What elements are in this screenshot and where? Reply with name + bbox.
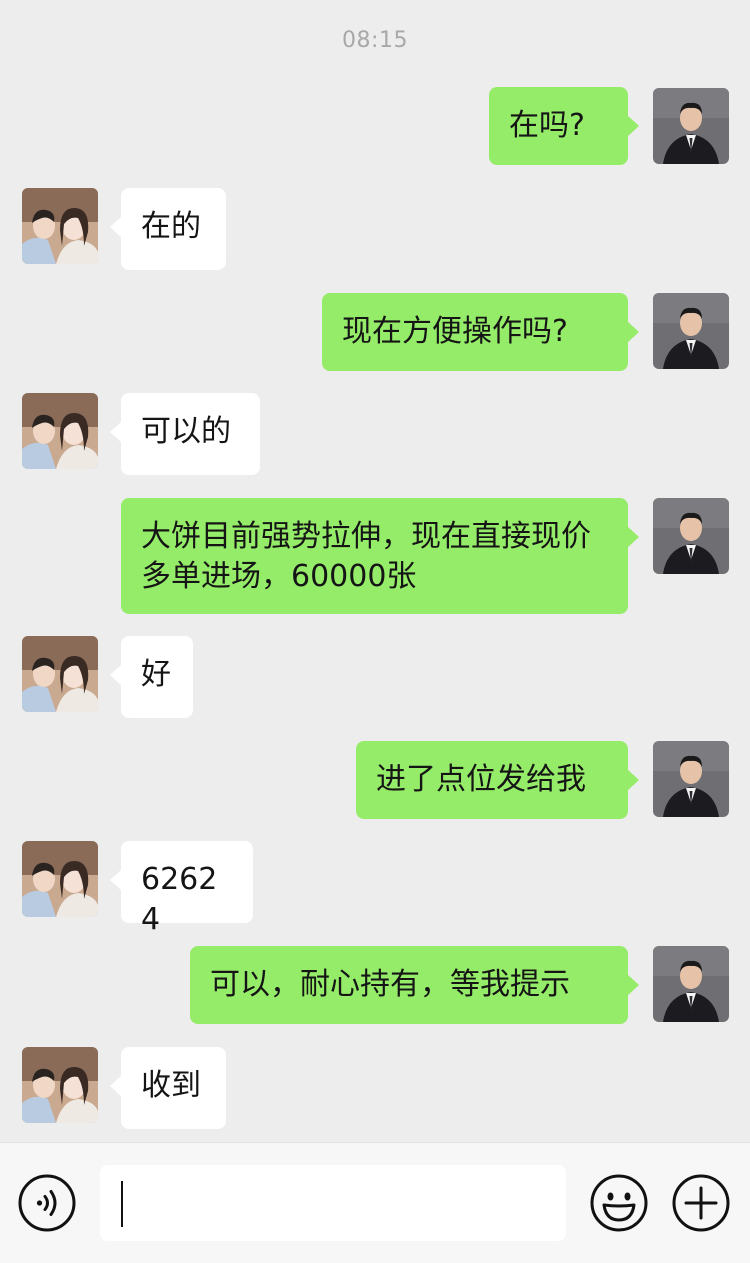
my-avatar[interactable] xyxy=(653,293,729,369)
message-text: 进了点位发给我 xyxy=(376,762,586,797)
message-text: 好 xyxy=(141,657,171,692)
contact-avatar[interactable] xyxy=(22,188,98,264)
sent-message-bubble[interactable]: 大饼目前强势拉伸，现在直接现价多单进场，60000张 xyxy=(121,498,639,614)
message-text: 可以，耐心持有，等我提示 xyxy=(210,967,570,1002)
sent-message-bubble[interactable]: 进了点位发给我 xyxy=(356,741,639,819)
received-message-bubble[interactable]: 收到 xyxy=(110,1047,226,1129)
my-avatar[interactable] xyxy=(653,88,729,164)
message-text: 62624 xyxy=(141,862,218,937)
voice-button[interactable] xyxy=(17,1173,77,1233)
emoji-button[interactable] xyxy=(589,1173,649,1233)
my-avatar[interactable] xyxy=(653,498,729,574)
emoji-icon xyxy=(590,1174,648,1232)
chat-input-bar xyxy=(0,1142,750,1263)
my-avatar[interactable] xyxy=(653,741,729,817)
contact-avatar[interactable] xyxy=(22,841,98,917)
message-text: 收到 xyxy=(141,1068,201,1103)
sent-message-bubble[interactable]: 现在方便操作吗? xyxy=(322,293,639,371)
message-input[interactable] xyxy=(100,1165,566,1241)
received-message-bubble[interactable]: 在的 xyxy=(110,188,226,270)
plus-icon xyxy=(672,1174,730,1232)
message-text: 现在方便操作吗? xyxy=(342,314,568,349)
contact-avatar[interactable] xyxy=(22,636,98,712)
received-message-bubble[interactable]: 好 xyxy=(110,636,193,718)
more-options-button[interactable] xyxy=(671,1173,731,1233)
my-avatar[interactable] xyxy=(653,946,729,1022)
contact-avatar[interactable] xyxy=(22,1047,98,1123)
message-text: 大饼目前强势拉伸，现在直接现价多单进场，60000张 xyxy=(141,519,591,594)
text-caret xyxy=(121,1181,123,1227)
sent-message-bubble[interactable]: 可以，耐心持有，等我提示 xyxy=(190,946,639,1024)
received-message-bubble[interactable]: 可以的 xyxy=(110,393,260,475)
sent-message-bubble[interactable]: 在吗? xyxy=(489,87,639,165)
voice-icon xyxy=(18,1174,76,1232)
message-text: 可以的 xyxy=(141,414,231,449)
message-text: 在吗? xyxy=(509,108,585,143)
chat-timestamp: 08:15 xyxy=(342,28,408,53)
contact-avatar[interactable] xyxy=(22,393,98,469)
received-message-bubble[interactable]: 62624 xyxy=(110,841,253,937)
message-text: 在的 xyxy=(141,209,201,244)
